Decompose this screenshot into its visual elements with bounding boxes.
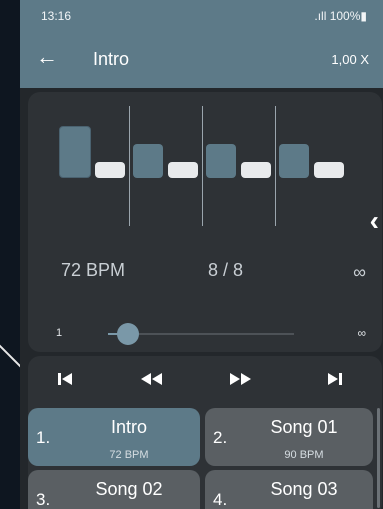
song-number: 3. — [36, 490, 51, 509]
playback-speed[interactable]: 1,00 X — [331, 52, 369, 67]
beat-4 — [168, 162, 198, 178]
slider-track[interactable] — [120, 333, 294, 335]
bpm-label[interactable]: 72 BPM — [61, 260, 125, 281]
bar-separator — [275, 106, 276, 226]
slider-thumb[interactable] — [117, 323, 139, 345]
phone-screen: 13:16 .ıll 100%▮ ← Intro 1,00 X 72 BPM 8… — [20, 0, 383, 509]
skip-to-end-icon[interactable] — [326, 370, 344, 393]
beat-6 — [241, 162, 271, 178]
time-signature-label[interactable]: 8 / 8 — [208, 260, 243, 281]
song-number: 1. — [36, 428, 51, 447]
song-tempo: 90 BPM — [284, 449, 324, 461]
song-tempo: 72 BPM — [109, 449, 149, 461]
app-bar: ← Intro 1,00 X — [20, 30, 383, 88]
fast-forward-icon[interactable] — [228, 370, 252, 393]
song-name: Song 03 — [270, 479, 338, 499]
bar-separator — [202, 106, 203, 226]
status-time: 13:16 — [41, 9, 72, 23]
back-arrow-icon[interactable]: ← — [36, 46, 58, 68]
slider-min-label: 1 — [56, 327, 63, 339]
slider-max-label: ∞ — [357, 326, 366, 340]
song-name: Song 02 — [95, 479, 163, 499]
song-name: Song 01 — [270, 417, 338, 437]
song-item-1[interactable]: 1. Intro 72 BPM — [28, 408, 200, 466]
song-item-4[interactable]: 4. Song 03 — [205, 470, 373, 509]
page-title: Intro — [93, 49, 130, 69]
beat-2 — [95, 162, 125, 178]
beat-accent-1 — [59, 126, 91, 178]
repeat-count-label[interactable]: ∞ — [353, 262, 366, 283]
signal-battery-indicator: .ıll 100%▮ — [314, 9, 367, 23]
skip-to-start-icon[interactable] — [56, 370, 74, 393]
song-item-3[interactable]: 3. Song 02 — [28, 470, 200, 509]
rewind-icon[interactable] — [140, 370, 164, 393]
chevron-left-icon[interactable]: ‹ — [370, 205, 379, 237]
beat-7 — [279, 144, 309, 178]
song-number: 2. — [213, 428, 228, 447]
beat-3 — [133, 144, 163, 178]
beat-8 — [314, 162, 344, 178]
beat-5 — [206, 144, 236, 178]
metronome-panel: 72 BPM 8 / 8 ∞ 1 ∞ — [28, 92, 382, 352]
song-number: 4. — [213, 490, 228, 509]
bar-separator — [129, 106, 130, 226]
song-list-scrollbar[interactable] — [377, 408, 380, 508]
transport-panel: 1. Intro 72 BPM 2. Song 01 90 BPM 3. Son… — [28, 356, 382, 509]
status-bar: 13:16 .ıll 100%▮ — [20, 0, 383, 30]
song-name: Intro — [110, 417, 148, 437]
song-item-2[interactable]: 2. Song 01 90 BPM — [205, 408, 373, 466]
